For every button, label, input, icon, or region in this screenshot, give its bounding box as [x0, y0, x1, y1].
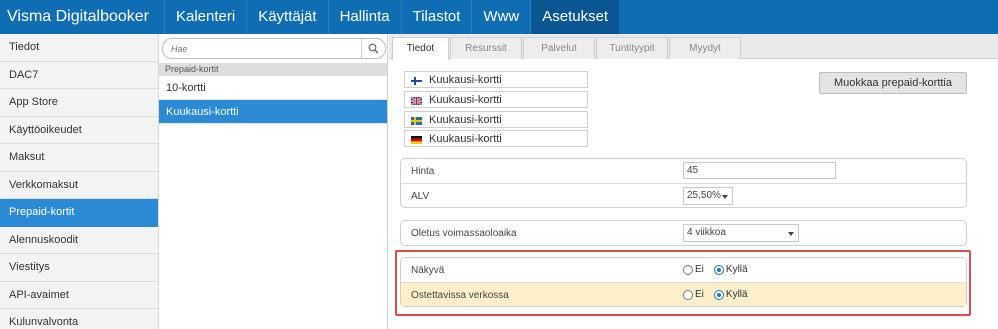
price-input[interactable]: 45: [683, 162, 836, 179]
sidebar-item-alennuskoodit[interactable]: Alennuskoodit: [0, 227, 158, 254]
edit-prepaid-card-button[interactable]: Muokkaa prepaid-korttia: [819, 72, 967, 94]
tab-bar: Tiedot Resurssit Palvelut Tuntityypit My…: [389, 34, 998, 60]
sidebar-item-kayttooikeudet[interactable]: Käyttöoikeudet: [0, 117, 158, 144]
nav-www[interactable]: Www: [471, 0, 530, 34]
validity-value: 4 viikkoa: [687, 227, 726, 238]
sidebar-item-prepaid-kortit[interactable]: Prepaid-kortit: [0, 199, 158, 227]
highlight-annotation-box: [395, 250, 971, 316]
tab-tiedot[interactable]: Tiedot: [392, 37, 449, 60]
tab-myydyt[interactable]: Myydyt: [669, 37, 741, 59]
sidebar-item-kulunvalvonta[interactable]: Kulunvalvonta: [0, 309, 158, 329]
sidebar-item-maksut[interactable]: Maksut: [0, 144, 158, 172]
nav-kayttajat[interactable]: Käyttäjät: [246, 0, 327, 34]
sidebar-item-viestitys[interactable]: Viestitys: [0, 254, 158, 282]
vat-row: ALV 25,50%: [401, 183, 966, 207]
validity-label: Oletus voimassaoloaika: [411, 228, 517, 239]
name-value: Kuukausi-kortti: [429, 113, 502, 126]
detail-panel: Tiedot Resurssit Palvelut Tuntityypit My…: [389, 34, 998, 329]
vat-value: 25,50%: [687, 190, 721, 201]
sidebar-item-tiedot[interactable]: Tiedot: [0, 34, 158, 62]
finland-flag-icon: [411, 76, 422, 85]
name-value: Kuukausi-kortti: [429, 93, 502, 106]
vat-label: ALV: [411, 191, 430, 202]
tab-resurssit[interactable]: Resurssit: [450, 37, 522, 59]
search-bar: [159, 34, 387, 61]
list-group-header: Prepaid-kortit: [159, 63, 387, 76]
name-field-swedish[interactable]: Kuukausi-kortti: [404, 111, 588, 128]
search-icon: [368, 43, 379, 54]
nav-kalenteri[interactable]: Kalenteri: [164, 0, 246, 34]
name-value: Kuukausi-kortti: [429, 132, 502, 145]
nav-hallinta[interactable]: Hallinta: [327, 0, 401, 34]
price-panel: Hinta 45 ALV 25,50%: [400, 158, 967, 208]
chevron-down-icon: [722, 195, 728, 199]
sidebar-item-dac7[interactable]: DAC7: [0, 62, 158, 89]
price-label: Hinta: [411, 166, 435, 177]
list-item[interactable]: 10-kortti: [159, 76, 387, 100]
search-box: [162, 38, 386, 59]
price-row: Hinta 45: [401, 159, 966, 183]
search-input[interactable]: [171, 41, 361, 56]
app-title[interactable]: Visma Digitalbooker: [0, 0, 164, 34]
prepaid-card-list-panel: Prepaid-kortit 10-kortti Kuukausi-kortti: [159, 34, 388, 329]
list-item-selected[interactable]: Kuukausi-kortti: [159, 100, 387, 124]
nav-asetukset[interactable]: Asetukset: [530, 0, 620, 34]
top-navigation-bar: Visma Digitalbooker Kalenteri Käyttäjät …: [0, 0, 998, 34]
validity-panel: Oletus voimassaoloaika 4 viikkoa: [400, 220, 967, 246]
germany-flag-icon: [411, 135, 422, 144]
uk-flag-icon: [410, 95, 423, 106]
sweden-flag-icon: [411, 116, 422, 125]
name-value: Kuukausi-kortti: [429, 73, 502, 86]
tab-palvelut[interactable]: Palvelut: [523, 37, 595, 59]
validity-select[interactable]: 4 viikkoa: [683, 224, 799, 242]
name-field-finnish[interactable]: Kuukausi-kortti: [404, 71, 588, 88]
sidebar-item-verkkomaksut[interactable]: Verkkomaksut: [0, 172, 158, 199]
name-field-german[interactable]: Kuukausi-kortti: [404, 130, 588, 147]
validity-row: Oletus voimassaoloaika 4 viikkoa: [401, 221, 966, 245]
sidebar-item-api-avaimet[interactable]: API-avaimet: [0, 282, 158, 309]
search-button[interactable]: [361, 39, 385, 58]
sidebar-item-app-store[interactable]: App Store: [0, 89, 158, 117]
name-field-english[interactable]: Kuukausi-kortti: [404, 91, 588, 108]
nav-tilastot[interactable]: Tilastot: [400, 0, 472, 34]
vat-select[interactable]: 25,50%: [683, 187, 733, 205]
chevron-down-icon: [788, 232, 794, 236]
settings-sidebar: Tiedot DAC7 App Store Käyttöoikeudet Mak…: [0, 34, 159, 329]
tab-tuntityypit[interactable]: Tuntityypit: [596, 37, 668, 59]
